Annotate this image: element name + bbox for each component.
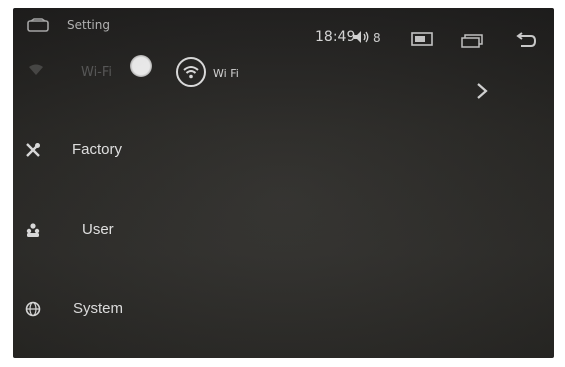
chevron-right-icon[interactable] bbox=[475, 82, 489, 100]
wifi-row[interactable]: Wi-Fi Wi Fi bbox=[13, 52, 554, 112]
status-bar: Setting 18:49 8 bbox=[13, 8, 554, 48]
device-frame: Setting 18:49 8 Wi-Fi Wi Fi Factory User… bbox=[0, 0, 565, 367]
volume-level: 8 bbox=[373, 31, 381, 45]
gallery-icon[interactable] bbox=[411, 32, 433, 46]
menu-item-factory[interactable]: Factory bbox=[13, 132, 273, 172]
wifi-label: Wi-Fi bbox=[81, 65, 113, 80]
tools-icon bbox=[25, 142, 41, 158]
back-icon[interactable] bbox=[513, 32, 537, 50]
home-icon[interactable] bbox=[27, 18, 49, 32]
volume-icon[interactable] bbox=[353, 30, 371, 44]
menu-item-label: Factory bbox=[72, 141, 123, 158]
wifi-signal-icon bbox=[29, 64, 43, 76]
menu-item-label: System bbox=[73, 300, 124, 317]
clock: 18:49 bbox=[315, 29, 356, 45]
globe-icon bbox=[25, 301, 41, 317]
windows-icon[interactable] bbox=[461, 34, 483, 48]
menu-item-label: User bbox=[82, 221, 114, 238]
page-title: Setting bbox=[67, 18, 110, 32]
menu-item-user[interactable]: User bbox=[13, 212, 273, 252]
wifi-network-name: Wi Fi bbox=[213, 67, 239, 80]
menu-item-system[interactable]: System bbox=[13, 291, 273, 331]
wifi-network-icon bbox=[176, 57, 206, 87]
users-icon bbox=[25, 222, 41, 238]
screen: Setting 18:49 8 Wi-Fi Wi Fi Factory User… bbox=[13, 8, 554, 358]
wifi-toggle[interactable] bbox=[130, 55, 152, 77]
